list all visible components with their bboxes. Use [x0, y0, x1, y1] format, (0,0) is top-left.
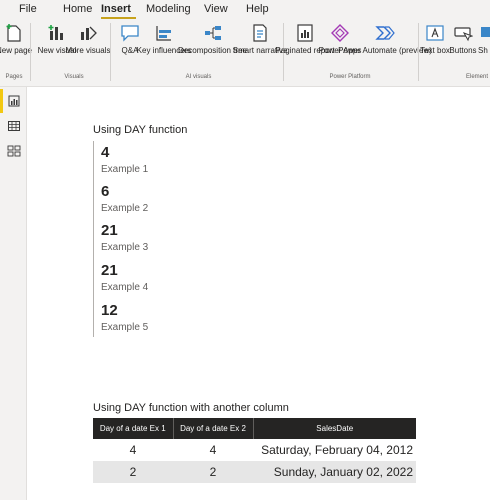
- tab-home[interactable]: Home: [63, 3, 92, 15]
- card-row-label: Example 1: [101, 164, 149, 175]
- data-view-icon: [7, 121, 20, 131]
- card-row-label: Example 4: [101, 282, 149, 293]
- table-cell: 4: [173, 439, 253, 461]
- group-label-ai-visuals: AI visuals: [185, 74, 212, 80]
- shapes-button[interactable]: Sh: [478, 22, 490, 55]
- card-row-value: 6: [101, 183, 110, 200]
- table-row[interactable]: 2 2 Sunday, January 02, 2022: [93, 461, 416, 483]
- tab-view[interactable]: View: [204, 3, 228, 15]
- table-cell: 2: [93, 461, 173, 483]
- group-separator: [30, 23, 31, 81]
- card-row[interactable]: 21 Example 3: [101, 222, 148, 254]
- power-automate-icon: [374, 22, 396, 44]
- text-box-button[interactable]: Text box: [420, 22, 450, 55]
- data-view-button[interactable]: [0, 114, 27, 138]
- shapes-icon: [478, 22, 490, 44]
- card-row[interactable]: 21 Example 4: [101, 262, 148, 294]
- text-box-icon: [424, 22, 446, 44]
- group-label-visuals: Visuals: [64, 74, 84, 80]
- shapes-label: Sh: [478, 46, 488, 55]
- card-row-label: Example 2: [101, 203, 149, 214]
- column-header-day-ex1[interactable]: Day of a date Ex 1: [93, 418, 174, 439]
- card-row-label: Example 5: [101, 322, 149, 333]
- table-row[interactable]: 4 4 Saturday, February 04, 2012: [93, 439, 416, 461]
- buttons-icon: [452, 22, 474, 44]
- column-header-salesdate[interactable]: SalesDate: [253, 418, 416, 439]
- power-automate-button[interactable]: Power Automate (preview): [338, 22, 432, 55]
- tab-file[interactable]: File: [19, 3, 37, 15]
- column-header-day-ex2[interactable]: Day of a date Ex 2: [173, 418, 254, 439]
- new-page-button[interactable]: New page: [0, 22, 32, 55]
- tab-help[interactable]: Help: [246, 3, 269, 15]
- card-row-value: 21: [101, 262, 118, 279]
- group-separator: [418, 23, 419, 81]
- model-view-icon: [7, 145, 20, 157]
- view-switcher-pane: [0, 87, 27, 500]
- new-page-label: New page: [0, 46, 33, 55]
- card-row[interactable]: 6 Example 2: [101, 183, 148, 215]
- more-visuals-label: More visuals: [65, 46, 111, 55]
- group-separator: [110, 23, 111, 81]
- tab-modeling[interactable]: Modeling: [146, 3, 191, 15]
- group-label-pages: Pages: [5, 74, 23, 80]
- card-accent-bar: [93, 141, 94, 337]
- card-row-value: 12: [101, 302, 118, 319]
- multi-row-card-title: Using DAY function: [93, 124, 188, 136]
- table-visual-title: Using DAY function with another column: [93, 402, 289, 414]
- card-row[interactable]: 4 Example 1: [101, 144, 148, 176]
- ribbon: New page Pages New visual More visuals V…: [0, 20, 490, 87]
- new-visual-icon: [46, 22, 68, 44]
- more-visuals-icon: [77, 22, 99, 44]
- table-cell: 2: [173, 461, 253, 483]
- qna-icon: [119, 22, 141, 44]
- group-label-power-platform: Power Platform: [329, 74, 371, 80]
- card-row-label: Example 3: [101, 242, 149, 253]
- card-row-value: 21: [101, 222, 118, 239]
- ribbon-tab-bar: File Home Insert Modeling View Help: [0, 0, 490, 20]
- new-page-icon: [3, 22, 25, 44]
- table-visual[interactable]: Day of a date Ex 1 Day of a date Ex 2 Sa…: [93, 418, 416, 483]
- table-cell: Saturday, February 04, 2012: [253, 439, 416, 461]
- buttons-label: Buttons: [449, 46, 477, 55]
- more-visuals-button[interactable]: More visuals: [66, 22, 110, 55]
- text-box-label: Text box: [420, 46, 450, 55]
- report-view-icon: [8, 95, 19, 107]
- buttons-button[interactable]: Buttons: [449, 22, 477, 55]
- model-view-button[interactable]: [0, 139, 27, 163]
- power-apps-icon: [329, 22, 351, 44]
- card-row[interactable]: 12 Example 5: [101, 302, 148, 334]
- active-tab-indicator: [101, 17, 136, 19]
- key-influencers-icon: [153, 22, 175, 44]
- decomposition-tree-icon: [202, 22, 224, 44]
- table-cell: Sunday, January 02, 2022: [253, 461, 416, 483]
- report-view-button[interactable]: [0, 89, 27, 113]
- group-label-elements: Element: [465, 74, 488, 80]
- smart-narrative-button[interactable]: Smart narrative: [233, 22, 287, 55]
- smart-narrative-icon: [249, 22, 271, 44]
- tab-insert[interactable]: Insert: [101, 3, 131, 15]
- active-view-indicator: [0, 89, 3, 113]
- paginated-report-icon: [294, 22, 316, 44]
- card-row-value: 4: [101, 144, 110, 161]
- table-cell: 4: [93, 439, 173, 461]
- table-header-row: Day of a date Ex 1 Day of a date Ex 2 Sa…: [93, 418, 416, 439]
